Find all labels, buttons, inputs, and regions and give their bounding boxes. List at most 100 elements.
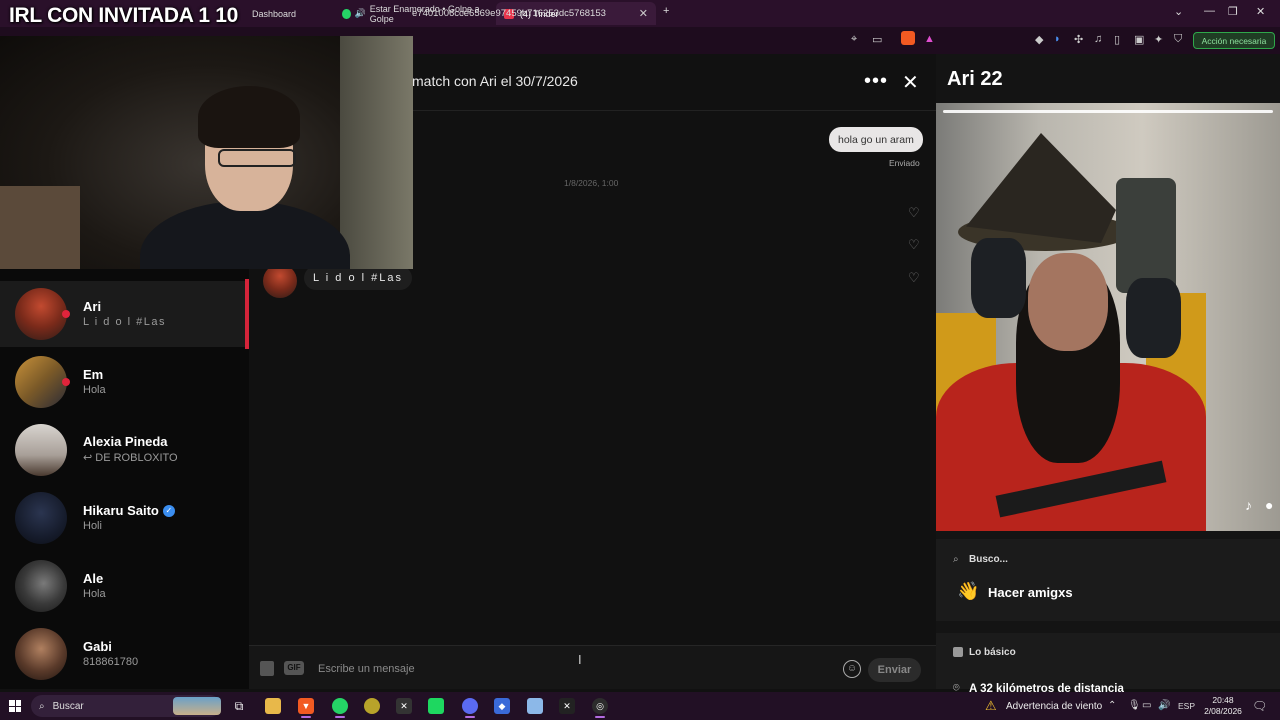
tray-overflow-icon[interactable]: ⌃ [1108, 700, 1116, 711]
match-name: Ari [83, 299, 101, 314]
like-heart-icon[interactable]: ♡ [908, 237, 920, 253]
avatar [15, 560, 67, 612]
message-input[interactable] [318, 657, 828, 681]
cast-icon[interactable]: ▭ [872, 33, 882, 46]
close-window-button[interactable]: ✕ [1256, 5, 1265, 18]
active-app-indicator [335, 716, 345, 718]
match-item-em[interactable]: Em Hola [0, 349, 245, 415]
tab-search-icon[interactable]: ⌄ [1174, 5, 1183, 18]
avatar [15, 356, 67, 408]
match-name-text: Hikaru Saito [83, 503, 159, 518]
match-item-alexia-pineda[interactable]: Alexia Pineda ↩ DE ROBLOXITO [0, 417, 245, 483]
brave-browser-icon[interactable]: ▼ [298, 698, 314, 714]
leo-icon[interactable]: ✦ [1154, 33, 1163, 46]
vpn-icon[interactable]: ⛉ [1174, 33, 1182, 46]
avatar [15, 492, 67, 544]
match-name: Em [83, 367, 103, 382]
match-item-hikaru-saito[interactable]: Hikaru Saito ✓ Holi [0, 485, 245, 551]
avatar [15, 424, 67, 476]
music-icon[interactable]: ♫ [1094, 33, 1102, 45]
match-last-message: Holi [83, 520, 102, 532]
network-icon[interactable]: ▭ [1142, 700, 1151, 711]
file-explorer-icon[interactable] [265, 698, 281, 714]
like-heart-icon[interactable]: ♡ [908, 270, 920, 286]
url-text[interactable]: e7401006cce6569e97459b716253dc5768153 [412, 8, 606, 19]
extension-translate-icon[interactable]: ◗ [1054, 33, 1061, 45]
gif-button[interactable]: GIF [284, 661, 304, 675]
search-icon: ⌕ [953, 554, 959, 565]
sticker-icon[interactable] [260, 661, 274, 676]
match-item-ale[interactable]: Ale Hola [0, 553, 245, 619]
chat-header-title: match con Ari el 30/7/2026 [412, 73, 578, 89]
app-icon-yellow[interactable] [364, 698, 380, 714]
speaker-icon: 🔊 [354, 8, 366, 18]
webcam-person-hair [198, 86, 300, 148]
match-item-gabi[interactable]: Gabi 818861780 [0, 621, 245, 687]
microphone-icon[interactable]: 🎙 [1128, 700, 1141, 711]
brave-shield-icon[interactable] [901, 31, 915, 45]
extensions-icon[interactable]: ✣ [1074, 33, 1083, 46]
send-button[interactable]: Enviar [868, 658, 921, 682]
webcam-person-glasses [218, 149, 296, 167]
basics-section [936, 633, 1280, 689]
sent-status: Enviado [889, 158, 920, 168]
capcut-app-icon[interactable]: ✕ [559, 698, 575, 714]
brave-rewards-icon[interactable]: ▲ [924, 33, 935, 45]
more-options-icon[interactable]: ••• [864, 70, 888, 93]
obs-icon[interactable]: ◎ [592, 698, 608, 714]
location-icon[interactable]: ⌖ [851, 33, 857, 46]
task-view-icon[interactable]: ⧉ [231, 698, 247, 714]
basics-label: Lo básico [969, 647, 1016, 658]
match-item-ari[interactable]: Ari L i d o l #Las [0, 281, 245, 347]
online-indicator [62, 378, 70, 386]
search-icon: ⌕ [39, 700, 45, 712]
looking-for-label: Busco... [969, 554, 1008, 565]
avatar [15, 288, 67, 340]
match-name-text: Gabi [83, 639, 112, 654]
avatar [15, 628, 67, 680]
wallet-icon[interactable]: ▣ [1134, 33, 1144, 46]
search-highlight-image [173, 697, 221, 715]
windows-start-icon[interactable] [9, 700, 21, 712]
profile-name-age: Ari 22 [947, 68, 1003, 90]
webcam-blanket [0, 186, 80, 269]
minimize-button[interactable]: — [1204, 5, 1215, 17]
new-tab-button[interactable]: + [663, 5, 669, 17]
maximize-button[interactable]: ❐ [1228, 5, 1238, 18]
tab-close-icon[interactable]: ✕ [639, 7, 648, 20]
weather-warning-icon[interactable]: ⚠ [985, 698, 997, 714]
weather-text[interactable]: Advertencia de viento [1006, 701, 1102, 712]
text-cursor-icon: I [578, 652, 582, 667]
profile-photo[interactable] [936, 103, 1280, 531]
app-icon-blue[interactable]: ◆ [494, 698, 510, 714]
close-chat-icon[interactable]: ✕ [902, 70, 919, 95]
like-heart-icon[interactable]: ♡ [908, 205, 920, 221]
tab-label: Dashboard [252, 8, 297, 19]
capcut-icon[interactable]: ✕ [396, 698, 412, 714]
match-name: Ale [83, 571, 103, 586]
action-required-button[interactable]: Acción necesaria [1193, 32, 1275, 49]
webcam-person-body [140, 201, 350, 269]
basics-icon [953, 647, 963, 657]
emoji-icon[interactable]: ☺ [843, 660, 861, 678]
volume-icon[interactable]: 🔊 [1158, 700, 1170, 711]
kick-icon[interactable] [428, 698, 444, 714]
whatsapp-icon[interactable] [332, 698, 348, 714]
discord-icon[interactable] [462, 698, 478, 714]
match-name: Alexia Pineda [83, 434, 168, 449]
taskbar-clock[interactable]: 20:48 2/08/2026 [1203, 695, 1243, 717]
notifications-icon[interactable]: 🗨 [1252, 699, 1267, 713]
photo-glove-right [1126, 278, 1181, 358]
received-message-bubble: L i d o l #Las [304, 266, 412, 290]
match-last-message: L i d o l #Las [83, 316, 166, 328]
app-icon-light[interactable] [527, 698, 543, 714]
language-indicator[interactable]: ESP [1178, 701, 1195, 711]
taskbar-search-label: Buscar [52, 700, 84, 712]
sender-avatar[interactable] [263, 264, 297, 298]
photo-progress-bar [943, 110, 1273, 113]
active-app-indicator [465, 716, 475, 718]
match-name-text: Ale [83, 571, 104, 586]
extension-diamond-icon[interactable]: ◆ [1035, 33, 1043, 46]
sidebar-icon[interactable]: ▯ [1114, 33, 1120, 46]
active-app-indicator [595, 716, 605, 718]
